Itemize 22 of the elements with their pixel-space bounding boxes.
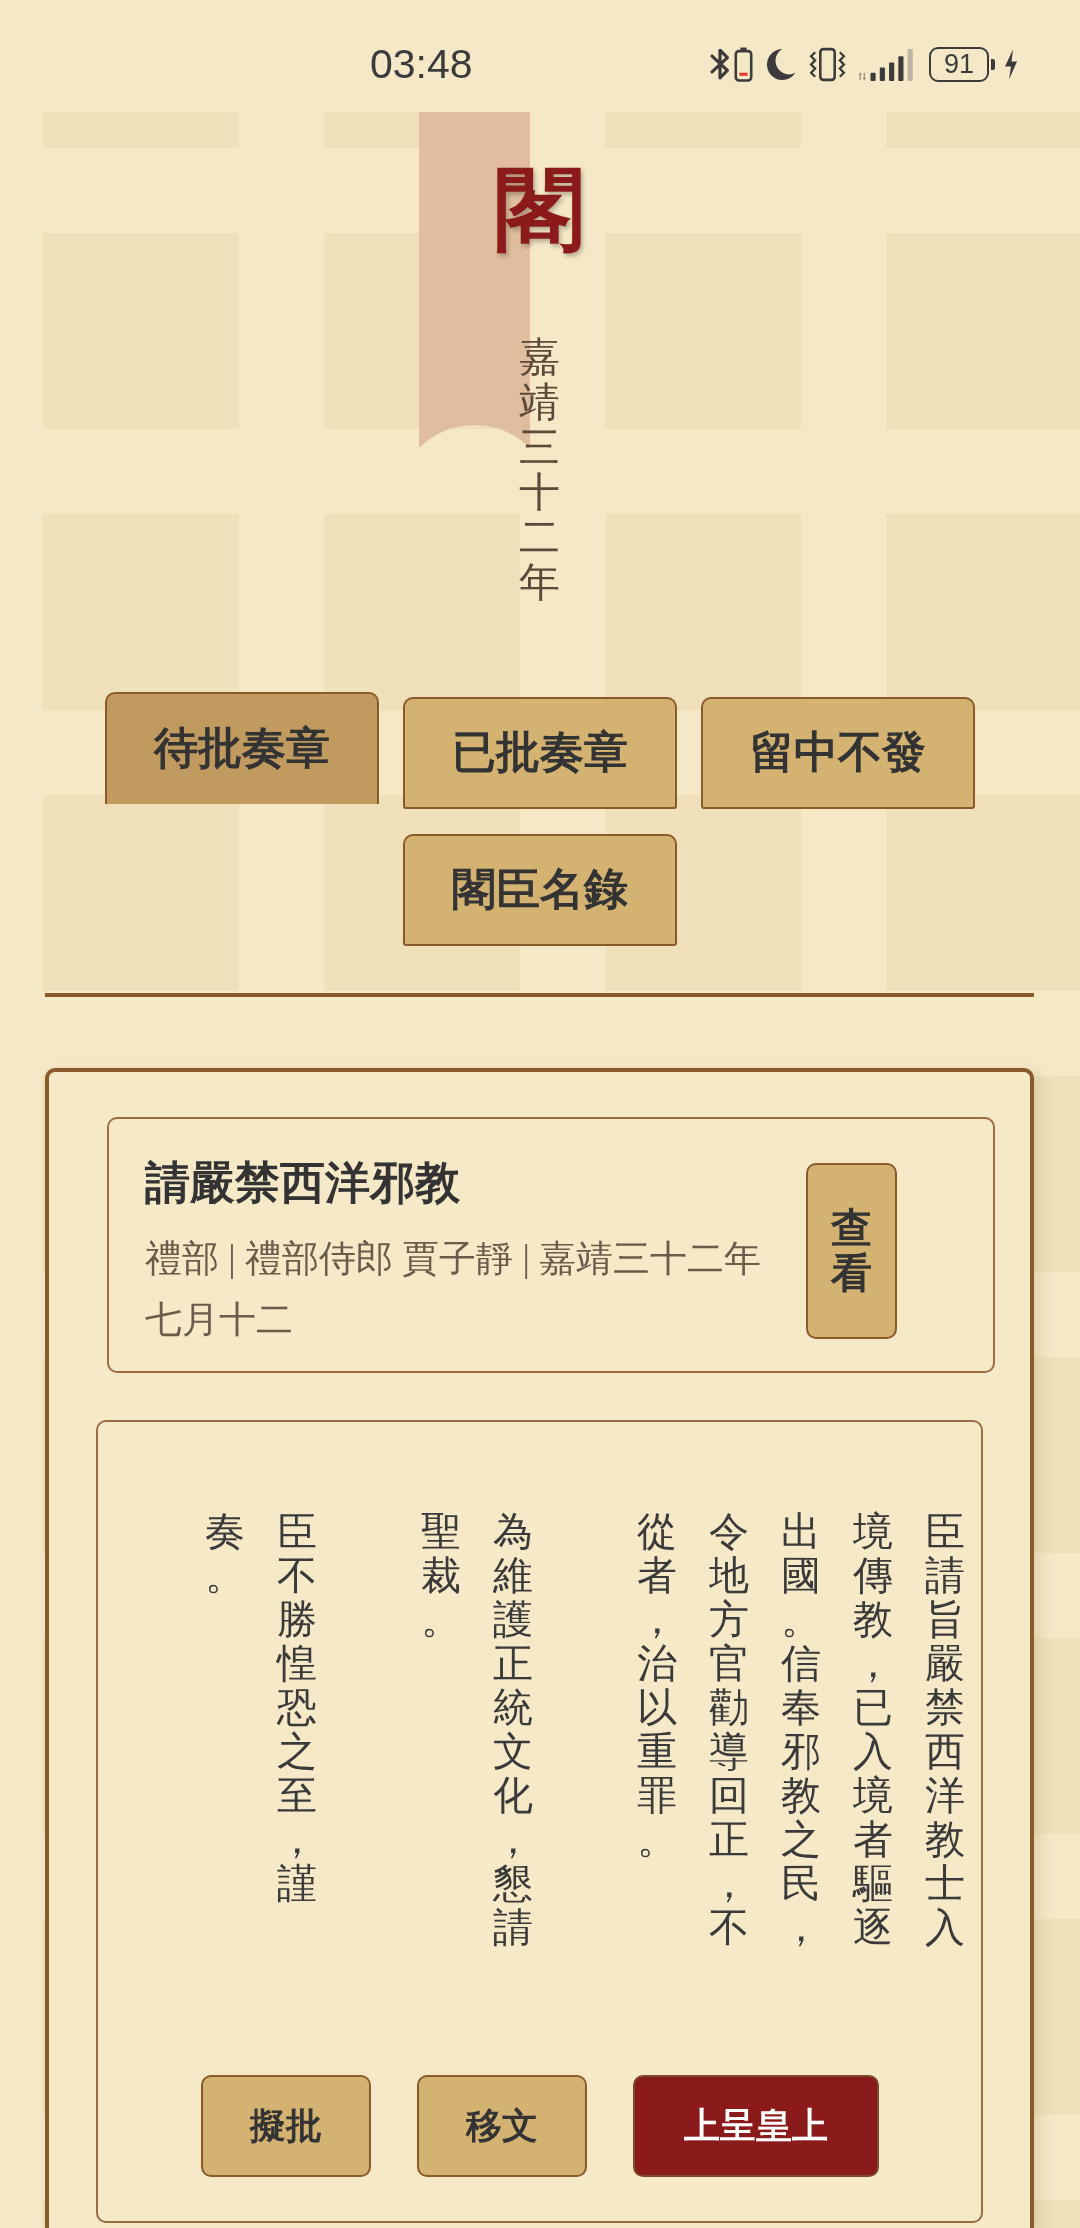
tab[interactable]: 留中不發 (700, 696, 975, 809)
action-button[interactable]: 擬批 (200, 2074, 371, 2177)
era-subtitle: 嘉靖三十二年 (519, 335, 560, 606)
view-button[interactable]: 查看 (806, 1162, 897, 1339)
memorial-meta: 禮部 | 禮部侍郎 賈子靜 | 嘉靖三十二年七月十二 (145, 1236, 763, 1342)
charging-bolt-icon (1004, 48, 1018, 80)
vibrate-icon (808, 46, 847, 82)
action-button[interactable]: 上呈皇上 (632, 2074, 879, 2177)
battery-low-icon (734, 46, 753, 82)
action-button[interactable]: 移文 (416, 2074, 587, 2177)
battery-indicator: 91 (929, 46, 995, 82)
bluetooth-icon (709, 46, 731, 82)
tab[interactable]: 已批奏章 (402, 696, 677, 809)
memorial-paragraph: 為維護正統文化，懇請聖裁。 (421, 1509, 533, 1950)
moon-icon (765, 47, 796, 81)
status-time: 03:48 (370, 43, 473, 85)
memorial-paragraph: 臣不勝惶恐之至，謹奏。 (205, 1509, 317, 1908)
tab[interactable]: 待批奏章 (104, 691, 379, 804)
memorial-title: 請嚴禁西洋邪教 (145, 1156, 461, 1210)
page-title: 閣 (494, 165, 585, 255)
memorial-paragraph: 臣請旨嚴禁西洋教士入境傳教，已入境者驅逐出國。信奉邪教之民，令地方官勸導回正，不從者，治以重罪。 (637, 1509, 965, 1950)
tab[interactable]: 閣臣名錄 (402, 833, 677, 946)
